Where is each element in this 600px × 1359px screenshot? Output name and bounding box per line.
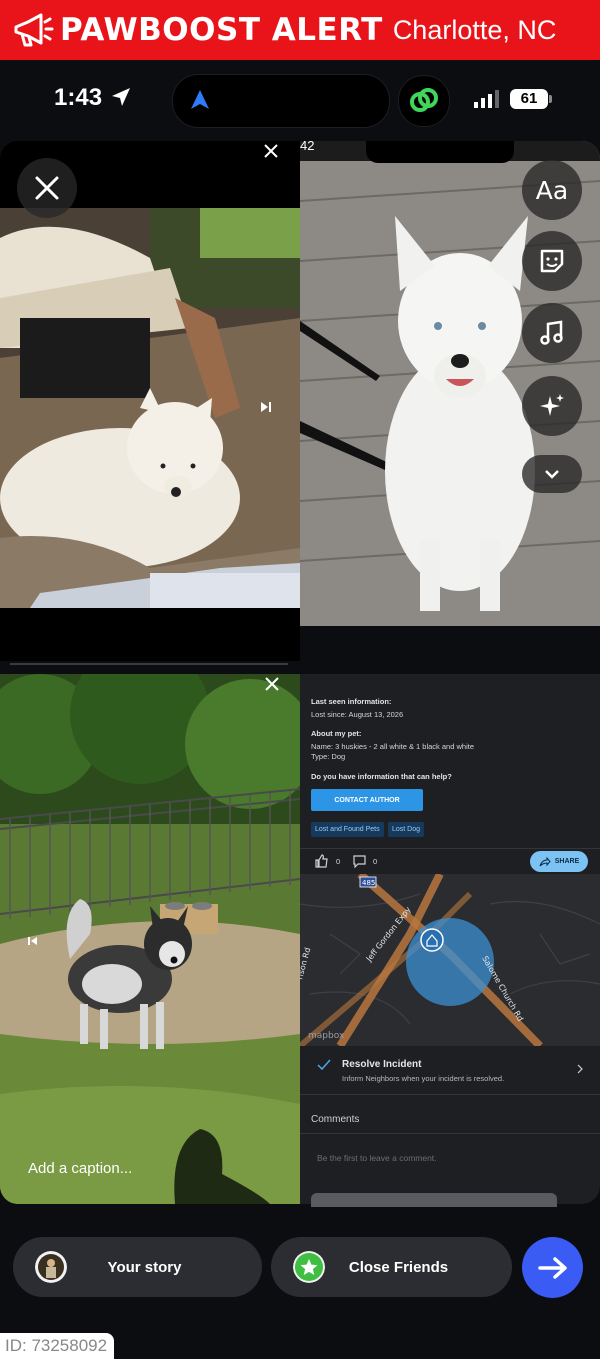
pawboost-banner: PAWBOOST ALERT Charlotte, NC <box>0 0 600 60</box>
your-story-button[interactable]: Your story <box>13 1237 262 1297</box>
caption-input[interactable]: Add a caption... <box>28 1160 132 1177</box>
sparkles-icon <box>540 394 564 416</box>
chevron-down-icon <box>545 470 559 479</box>
dog-photo-indoor <box>0 208 300 608</box>
info-question: Do you have information that can help? <box>311 772 452 781</box>
share-icon <box>539 856 551 866</box>
link-app-indicator[interactable] <box>398 75 450 127</box>
dog-photo-yard <box>0 674 300 1204</box>
comments-count: 0 <box>373 857 378 866</box>
battery-icon: 61 <box>510 89 548 109</box>
music-tool-button[interactable] <box>522 303 582 363</box>
likes-count: 0 <box>336 857 341 866</box>
skip-back-icon[interactable] <box>27 935 39 947</box>
music-icon <box>540 320 563 345</box>
effects-tool-button[interactable] <box>522 376 582 436</box>
banner-title: PAWBOOST ALERT <box>60 12 383 48</box>
megaphone-icon <box>14 13 54 47</box>
comment-icon[interactable] <box>352 854 367 868</box>
checkmark-icon <box>317 1059 331 1071</box>
pet-type: Type: Dog <box>311 752 346 761</box>
star-icon <box>293 1251 325 1283</box>
map-attribution: mapbox <box>308 1031 345 1041</box>
peek-status-time: 42 <box>300 138 315 153</box>
avatar <box>35 1251 67 1283</box>
panel-divider <box>10 663 288 665</box>
highway-shield: 485 <box>362 879 375 887</box>
banner-location: Charlotte, NC <box>392 14 557 45</box>
signal-icon <box>474 90 499 108</box>
resolve-incident-row[interactable]: Resolve Incident Inform Neighbors when y… <box>300 1048 600 1095</box>
close-icon <box>35 176 59 200</box>
peek-dynamic-island <box>366 141 514 163</box>
share-label: SHARE <box>554 858 580 865</box>
about-heading: About my pet: <box>311 729 362 738</box>
thumbs-up-icon[interactable] <box>314 854 328 868</box>
sticker-icon <box>540 249 564 273</box>
location-arrow-icon <box>112 88 130 106</box>
next-button[interactable] <box>522 1237 583 1298</box>
listing-id: ID: 73258092 <box>0 1333 114 1359</box>
comment-placeholder: Be the first to leave a comment. <box>317 1153 437 1163</box>
tag-lost-found[interactable]: Lost and Found Pets <box>311 822 384 837</box>
your-story-label: Your story <box>107 1258 182 1276</box>
resolve-subtitle: Inform Neighbors when your incident is r… <box>342 1074 505 1083</box>
skip-icon[interactable] <box>259 400 273 414</box>
close-story-button[interactable] <box>17 158 77 218</box>
contact-author-button[interactable]: CONTACT AUTHOR <box>311 789 423 811</box>
divider <box>300 848 600 849</box>
navigation-arrow-icon <box>191 90 209 109</box>
last-seen-heading: Last seen information: <box>311 697 392 706</box>
close-friends-button[interactable]: Close Friends <box>271 1237 512 1297</box>
screenshot-bottom-sheet <box>311 1193 557 1207</box>
comments-heading: Comments <box>311 1114 360 1125</box>
status-time: 1:43 <box>54 84 103 111</box>
tag-lost-dog[interactable]: Lost Dog <box>388 822 425 837</box>
close-friends-label: Close Friends <box>348 1258 449 1276</box>
chevron-right-icon <box>577 1064 583 1074</box>
resolve-title: Resolve Incident <box>342 1059 422 1070</box>
pet-name: Name: 3 huskies - 2 all white & 1 black … <box>311 742 474 751</box>
lost-area-map[interactable]: 485 Jeff Gordon Expy Salome Church Rd ri… <box>300 874 600 1046</box>
lost-since: Lost since: August 13, 2026 <box>311 710 404 719</box>
close-icon[interactable] <box>264 676 280 692</box>
comment-input[interactable]: Be the first to leave a comment. <box>300 1133 600 1180</box>
arrow-right-icon <box>537 1256 567 1279</box>
sticker-tool-button[interactable] <box>522 231 582 291</box>
link-icon <box>410 88 438 112</box>
text-tool-label: Aa <box>535 175 569 205</box>
share-button[interactable]: SHARE <box>530 851 588 872</box>
text-tool-button[interactable]: Aa <box>522 160 582 220</box>
battery-tip <box>549 95 552 103</box>
close-icon[interactable] <box>263 143 279 159</box>
more-tools-button[interactable] <box>522 455 582 493</box>
